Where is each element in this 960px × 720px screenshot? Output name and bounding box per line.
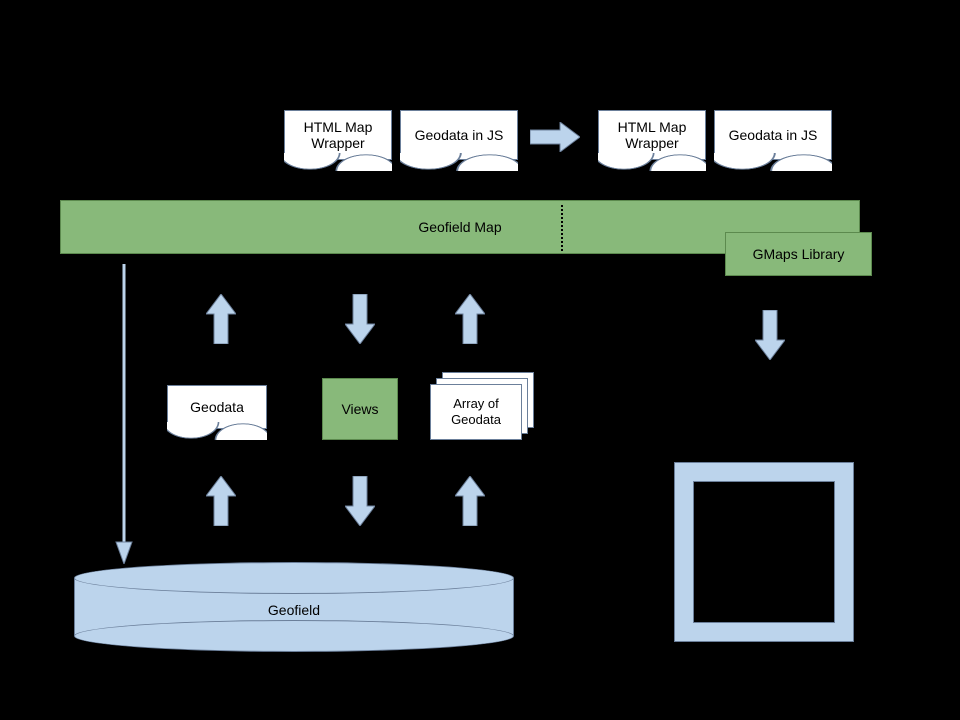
- arrow-down-to-frame: [755, 310, 785, 360]
- gmaps-label: GMaps Library: [753, 246, 845, 262]
- views-label: Views: [341, 401, 378, 417]
- stack-array-geodata: Array of Geodata: [430, 372, 540, 440]
- stack-label: Array of Geodata: [431, 396, 521, 427]
- doc-label: HTML Map Wrapper: [605, 119, 699, 151]
- arrow-up-2: [455, 294, 485, 344]
- doc-html-map-wrapper-left: HTML Map Wrapper: [284, 110, 392, 160]
- bar-divider: [561, 205, 563, 251]
- doc-html-map-wrapper-right: HTML Map Wrapper: [598, 110, 706, 160]
- doc-label: Geodata in JS: [415, 127, 504, 143]
- doc-label: HTML Map Wrapper: [291, 119, 385, 151]
- box-gmaps-library: GMaps Library: [725, 232, 872, 276]
- cylinder-label: Geofield: [74, 602, 514, 618]
- doc-label: Geodata: [190, 399, 244, 415]
- bar-label: Geofield Map: [418, 219, 501, 235]
- box-views: Views: [322, 378, 398, 440]
- arrow-long-down: [114, 264, 134, 564]
- doc-label: Geodata in JS: [729, 127, 818, 143]
- arrow-right-top: [530, 122, 580, 152]
- doc-geodata-js-right: Geodata in JS: [714, 110, 832, 160]
- frame-inner: [693, 481, 835, 623]
- arrow-up-3: [206, 476, 236, 526]
- doc-geodata-js-left: Geodata in JS: [400, 110, 518, 160]
- doc-geodata: Geodata: [167, 385, 267, 429]
- arrow-down-1: [345, 294, 375, 344]
- cylinder-geofield: Geofield: [74, 562, 514, 652]
- frame-output: [674, 462, 854, 642]
- arrow-down-2: [345, 476, 375, 526]
- arrow-up-4: [455, 476, 485, 526]
- arrow-up-1: [206, 294, 236, 344]
